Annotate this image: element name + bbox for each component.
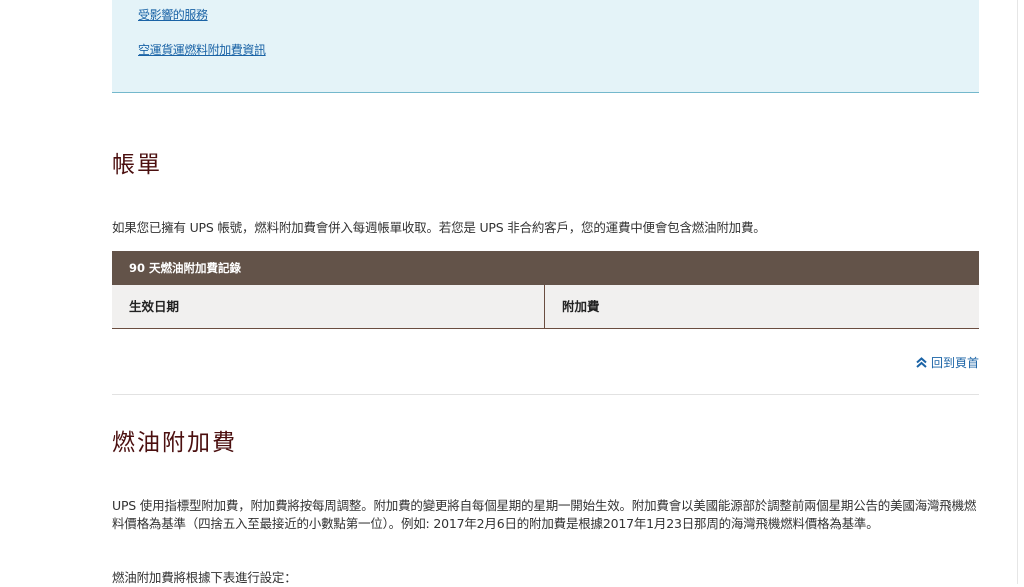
fuel-surcharge-description: UPS 使用指標型附加費，附加費將按每周調整。附加費的變更將自每個星期的星期一開… [112, 498, 977, 531]
table-header-row: 生效日期 附加費 [112, 285, 979, 329]
billing-description: 如果您已擁有 UPS 帳號，燃料附加費會併入每週帳單收取。若您是 UPS 非合約… [112, 220, 766, 235]
column-surcharge: 附加費 [562, 299, 600, 314]
billing-heading: 帳單 [112, 152, 162, 178]
fuel-surcharge-heading: 燃油附加費 [112, 430, 237, 456]
table-title: 90 天燃油附加費記錄 [112, 251, 979, 285]
fuel-surcharge-table-intro: 燃油附加費將根據下表進行設定： [112, 570, 297, 585]
affected-services-link[interactable]: 受影響的服務 [138, 6, 208, 23]
air-freight-fuel-surcharge-link[interactable]: 空運貨運燃料附加費資訊 [138, 41, 266, 58]
section-divider [112, 394, 979, 395]
column-effective-date: 生效日期 [112, 285, 545, 328]
page-edge-rule [1017, 0, 1018, 584]
back-to-top-link[interactable]: 回到頁首 [915, 354, 979, 371]
back-to-top-label: 回到頁首 [930, 356, 979, 370]
surcharge-history-table: 90 天燃油附加費記錄 生效日期 附加費 [112, 251, 979, 329]
double-chevron-up-icon [916, 357, 927, 368]
related-links-box: 受影響的服務 空運貨運燃料附加費資訊 [112, 0, 979, 93]
